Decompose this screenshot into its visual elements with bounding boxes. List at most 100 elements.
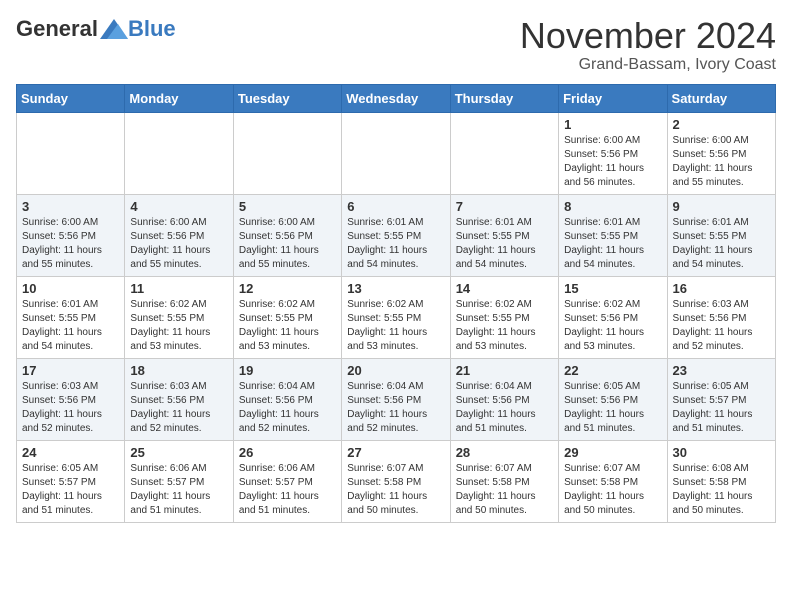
calendar-cell: 27 Sunrise: 6:07 AM Sunset: 5:58 PM Dayli… — [342, 440, 450, 522]
day-info: Sunrise: 6:05 AM Sunset: 5:57 PM Dayligh… — [673, 380, 770, 436]
day-info: Sunrise: 6:01 AM Sunset: 5:55 PM Dayligh… — [673, 216, 770, 272]
calendar-cell: 7 Sunrise: 6:01 AM Sunset: 5:55 PM Daylig… — [450, 194, 558, 276]
calendar-cell: 23 Sunrise: 6:05 AM Sunset: 5:57 PM Dayli… — [667, 358, 775, 440]
day-info: Sunrise: 6:07 AM Sunset: 5:58 PM Dayligh… — [456, 462, 553, 518]
day-number: 13 — [347, 281, 444, 296]
day-info: Sunrise: 6:01 AM Sunset: 5:55 PM Dayligh… — [347, 216, 444, 272]
weekday-header: Wednesday — [342, 84, 450, 112]
day-number: 15 — [564, 281, 661, 296]
day-number: 17 — [22, 363, 119, 378]
calendar-cell: 26 Sunrise: 6:06 AM Sunset: 5:57 PM Dayli… — [233, 440, 341, 522]
logo-icon — [100, 19, 128, 39]
calendar-week-row: 3 Sunrise: 6:00 AM Sunset: 5:56 PM Daylig… — [17, 194, 776, 276]
day-number: 10 — [22, 281, 119, 296]
day-info: Sunrise: 6:07 AM Sunset: 5:58 PM Dayligh… — [347, 462, 444, 518]
day-number: 7 — [456, 199, 553, 214]
calendar-cell: 17 Sunrise: 6:03 AM Sunset: 5:56 PM Dayli… — [17, 358, 125, 440]
day-info: Sunrise: 6:03 AM Sunset: 5:56 PM Dayligh… — [130, 380, 227, 436]
day-info: Sunrise: 6:01 AM Sunset: 5:55 PM Dayligh… — [22, 298, 119, 354]
calendar-cell: 29 Sunrise: 6:07 AM Sunset: 5:58 PM Dayli… — [559, 440, 667, 522]
day-info: Sunrise: 6:02 AM Sunset: 5:55 PM Dayligh… — [456, 298, 553, 354]
day-info: Sunrise: 6:00 AM Sunset: 5:56 PM Dayligh… — [673, 134, 770, 190]
day-number: 6 — [347, 199, 444, 214]
calendar-cell: 28 Sunrise: 6:07 AM Sunset: 5:58 PM Dayli… — [450, 440, 558, 522]
logo-general: General — [16, 16, 98, 42]
day-number: 21 — [456, 363, 553, 378]
day-info: Sunrise: 6:02 AM Sunset: 5:55 PM Dayligh… — [347, 298, 444, 354]
calendar-cell: 9 Sunrise: 6:01 AM Sunset: 5:55 PM Daylig… — [667, 194, 775, 276]
day-info: Sunrise: 6:00 AM Sunset: 5:56 PM Dayligh… — [564, 134, 661, 190]
weekday-header: Saturday — [667, 84, 775, 112]
day-info: Sunrise: 6:00 AM Sunset: 5:56 PM Dayligh… — [130, 216, 227, 272]
calendar-table: SundayMondayTuesdayWednesdayThursdayFrid… — [16, 84, 776, 523]
calendar-cell — [233, 112, 341, 194]
day-number: 3 — [22, 199, 119, 214]
day-number: 16 — [673, 281, 770, 296]
weekday-header: Sunday — [17, 84, 125, 112]
day-info: Sunrise: 6:01 AM Sunset: 5:55 PM Dayligh… — [456, 216, 553, 272]
day-number: 20 — [347, 363, 444, 378]
day-number: 26 — [239, 445, 336, 460]
day-info: Sunrise: 6:04 AM Sunset: 5:56 PM Dayligh… — [456, 380, 553, 436]
day-info: Sunrise: 6:06 AM Sunset: 5:57 PM Dayligh… — [239, 462, 336, 518]
calendar-cell: 24 Sunrise: 6:05 AM Sunset: 5:57 PM Dayli… — [17, 440, 125, 522]
day-info: Sunrise: 6:04 AM Sunset: 5:56 PM Dayligh… — [347, 380, 444, 436]
calendar-cell: 5 Sunrise: 6:00 AM Sunset: 5:56 PM Daylig… — [233, 194, 341, 276]
calendar-cell: 10 Sunrise: 6:01 AM Sunset: 5:55 PM Dayli… — [17, 276, 125, 358]
calendar-cell: 11 Sunrise: 6:02 AM Sunset: 5:55 PM Dayli… — [125, 276, 233, 358]
calendar-cell: 19Sunrise: 6:04 AM Sunset: 5:56 PM Dayli… — [233, 358, 341, 440]
location-title: Grand-Bassam, Ivory Coast — [520, 56, 776, 74]
calendar-cell: 15 Sunrise: 6:02 AM Sunset: 5:56 PM Dayli… — [559, 276, 667, 358]
day-info: Sunrise: 6:00 AM Sunset: 5:56 PM Dayligh… — [239, 216, 336, 272]
day-info: Sunrise: 6:02 AM Sunset: 5:56 PM Dayligh… — [564, 298, 661, 354]
day-number: 19 — [239, 363, 336, 378]
day-number: 22 — [564, 363, 661, 378]
calendar-cell: 21 Sunrise: 6:04 AM Sunset: 5:56 PM Dayli… — [450, 358, 558, 440]
day-number: 11 — [130, 281, 227, 296]
calendar-cell: 22 Sunrise: 6:05 AM Sunset: 5:56 PM Dayli… — [559, 358, 667, 440]
calendar-cell — [450, 112, 558, 194]
day-info: Sunrise: 6:03 AM Sunset: 5:56 PM Dayligh… — [673, 298, 770, 354]
day-number: 30 — [673, 445, 770, 460]
weekday-header: Tuesday — [233, 84, 341, 112]
logo-blue: Blue — [128, 16, 176, 42]
day-number: 27 — [347, 445, 444, 460]
logo: General Blue — [16, 16, 176, 42]
day-number: 28 — [456, 445, 553, 460]
day-info: Sunrise: 6:02 AM Sunset: 5:55 PM Dayligh… — [130, 298, 227, 354]
day-info: Sunrise: 6:01 AM Sunset: 5:55 PM Dayligh… — [564, 216, 661, 272]
day-info: Sunrise: 6:03 AM Sunset: 5:56 PM Dayligh… — [22, 380, 119, 436]
day-number: 29 — [564, 445, 661, 460]
day-info: Sunrise: 6:05 AM Sunset: 5:57 PM Dayligh… — [22, 462, 119, 518]
day-number: 8 — [564, 199, 661, 214]
calendar-cell: 14 Sunrise: 6:02 AM Sunset: 5:55 PM Dayli… — [450, 276, 558, 358]
day-number: 23 — [673, 363, 770, 378]
calendar-cell: 6 Sunrise: 6:01 AM Sunset: 5:55 PM Daylig… — [342, 194, 450, 276]
weekday-header: Friday — [559, 84, 667, 112]
day-number: 24 — [22, 445, 119, 460]
calendar-week-row: 10 Sunrise: 6:01 AM Sunset: 5:55 PM Dayli… — [17, 276, 776, 358]
title-area: November 2024 Grand-Bassam, Ivory Coast — [520, 16, 776, 74]
day-number: 14 — [456, 281, 553, 296]
calendar-week-row: 17 Sunrise: 6:03 AM Sunset: 5:56 PM Dayli… — [17, 358, 776, 440]
weekday-header: Thursday — [450, 84, 558, 112]
calendar-cell — [125, 112, 233, 194]
page-header: General Blue November 2024 Grand-Bassam,… — [16, 16, 776, 74]
calendar-cell: 4Sunrise: 6:00 AM Sunset: 5:56 PM Daylig… — [125, 194, 233, 276]
calendar-cell: 18Sunrise: 6:03 AM Sunset: 5:56 PM Dayli… — [125, 358, 233, 440]
calendar-week-row: 1Sunrise: 6:00 AM Sunset: 5:56 PM Daylig… — [17, 112, 776, 194]
day-info: Sunrise: 6:05 AM Sunset: 5:56 PM Dayligh… — [564, 380, 661, 436]
day-info: Sunrise: 6:07 AM Sunset: 5:58 PM Dayligh… — [564, 462, 661, 518]
day-info: Sunrise: 6:02 AM Sunset: 5:55 PM Dayligh… — [239, 298, 336, 354]
calendar-cell: 2Sunrise: 6:00 AM Sunset: 5:56 PM Daylig… — [667, 112, 775, 194]
calendar-cell: 8 Sunrise: 6:01 AM Sunset: 5:55 PM Daylig… — [559, 194, 667, 276]
day-info: Sunrise: 6:00 AM Sunset: 5:56 PM Dayligh… — [22, 216, 119, 272]
calendar-cell: 13 Sunrise: 6:02 AM Sunset: 5:55 PM Dayli… — [342, 276, 450, 358]
calendar-cell: 1Sunrise: 6:00 AM Sunset: 5:56 PM Daylig… — [559, 112, 667, 194]
calendar-cell: 30Sunrise: 6:08 AM Sunset: 5:58 PM Dayli… — [667, 440, 775, 522]
calendar-cell: 16 Sunrise: 6:03 AM Sunset: 5:56 PM Dayli… — [667, 276, 775, 358]
day-number: 5 — [239, 199, 336, 214]
weekday-header: Monday — [125, 84, 233, 112]
day-number: 9 — [673, 199, 770, 214]
logo-area: General Blue — [16, 16, 176, 42]
